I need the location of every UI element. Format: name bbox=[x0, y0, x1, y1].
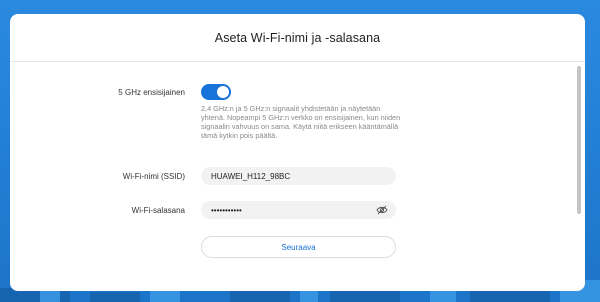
ssid-field[interactable] bbox=[201, 167, 396, 185]
band-priority-toggle[interactable] bbox=[201, 84, 231, 100]
toggle-knob bbox=[217, 86, 229, 98]
password-input[interactable] bbox=[211, 205, 386, 215]
next-button[interactable]: Seuraava bbox=[201, 236, 396, 258]
password-label: Wi-Fi-salasana bbox=[131, 206, 185, 215]
dialog-header: Aseta Wi-Fi-nimi ja -salasana bbox=[10, 14, 585, 62]
scrollbar[interactable] bbox=[577, 66, 582, 276]
dialog-title: Aseta Wi-Fi-nimi ja -salasana bbox=[214, 30, 381, 45]
scrollbar-thumb[interactable] bbox=[577, 66, 581, 214]
wifi-setup-dialog: Aseta Wi-Fi-nimi ja -salasana 5 GHz ensi… bbox=[10, 14, 585, 291]
ssid-label: Wi-Fi-nimi (SSID) bbox=[122, 172, 185, 181]
ssid-input[interactable] bbox=[211, 171, 386, 181]
eye-off-icon[interactable] bbox=[376, 205, 388, 215]
password-field[interactable] bbox=[201, 201, 396, 219]
band-priority-hint: 2,4 GHz:n ja 5 GHz:n signaalit yhdistetä… bbox=[201, 104, 401, 140]
dialog-body: 5 GHz ensisijainen 2,4 GHz:n ja 5 GHz:n … bbox=[10, 62, 585, 291]
band-priority-label: 5 GHz ensisijainen bbox=[118, 88, 185, 97]
